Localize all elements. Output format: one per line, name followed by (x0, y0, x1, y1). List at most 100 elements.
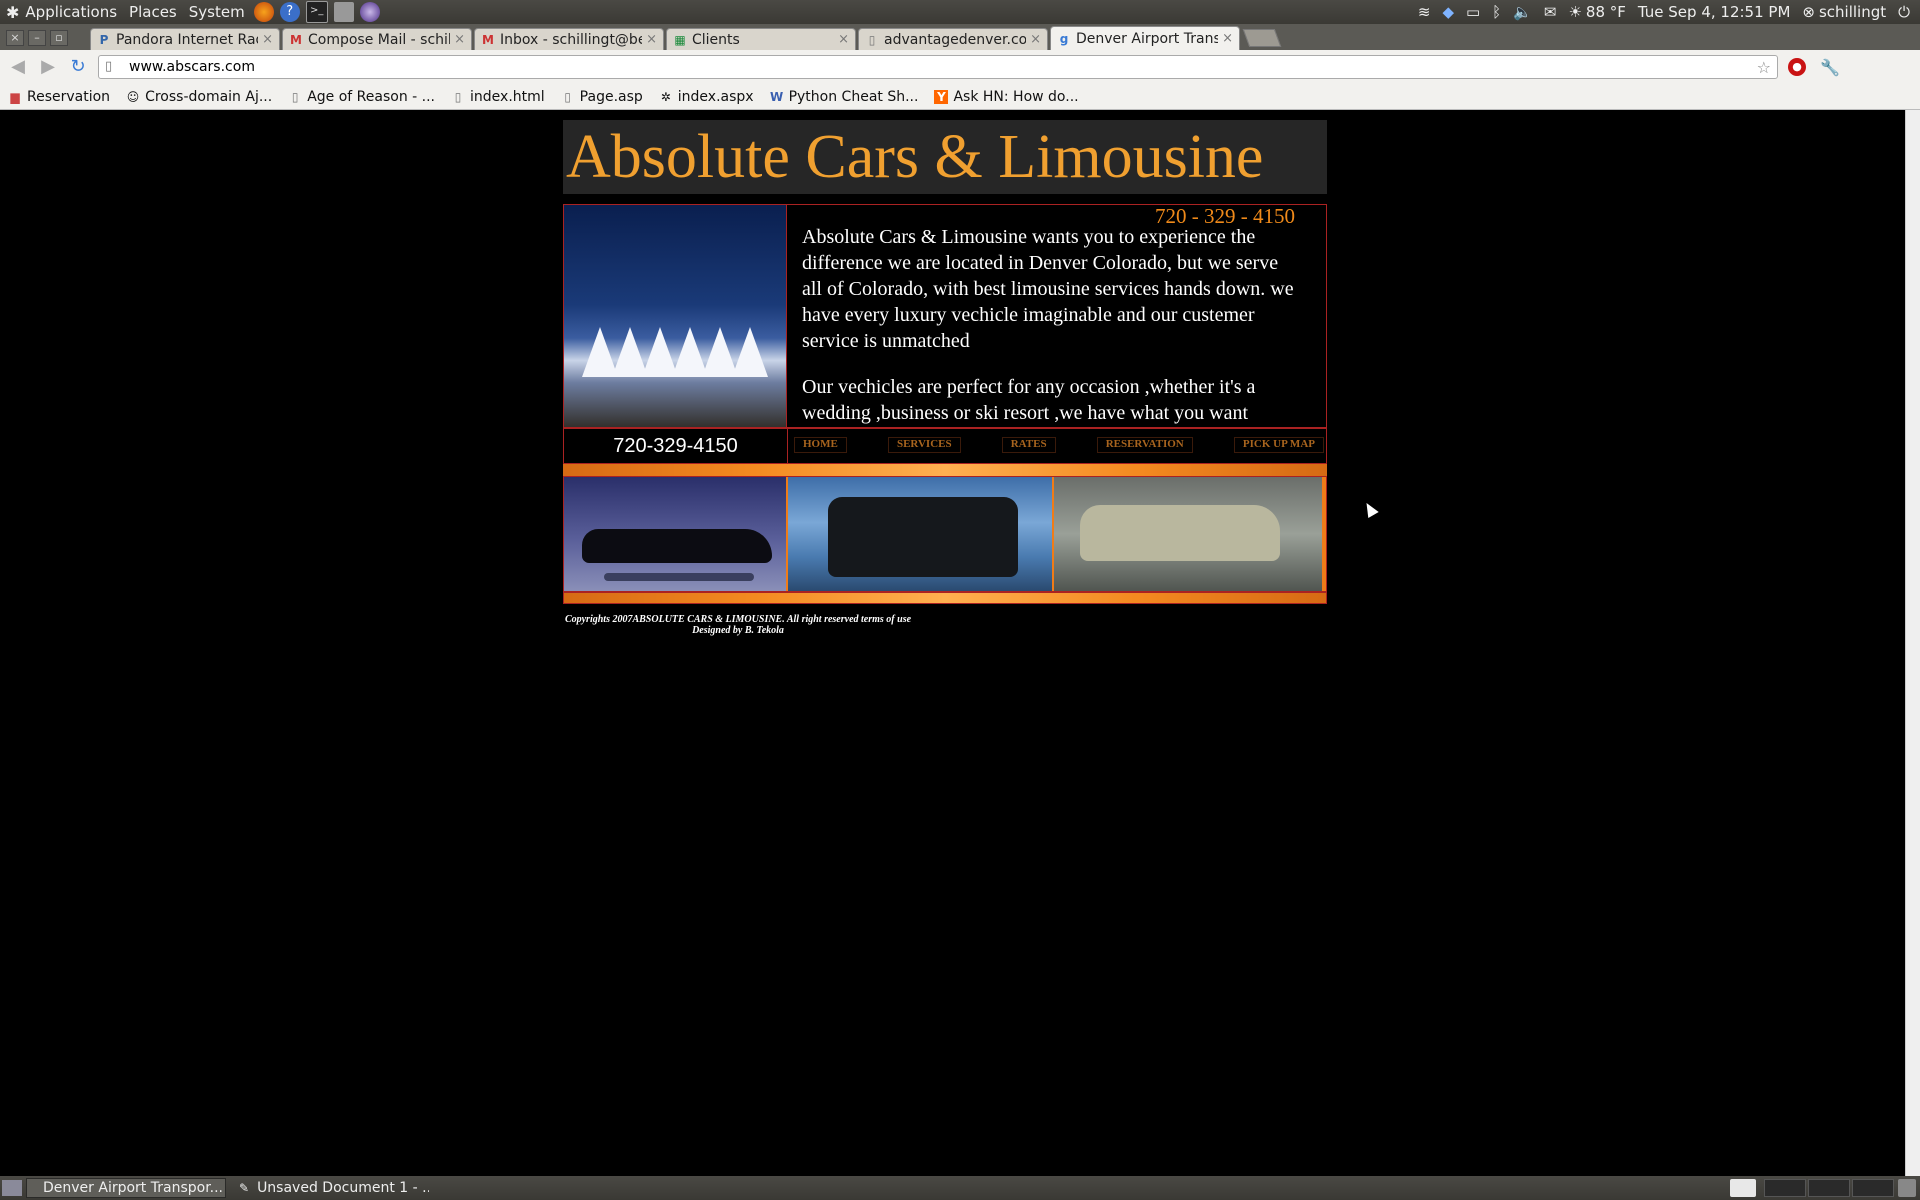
bookmark-label: index.html (470, 88, 545, 105)
site-banner: Absolute Cars & Limousine (563, 120, 1327, 194)
applications-menu[interactable]: Applications (19, 3, 123, 21)
pandora-favicon-icon: P (99, 32, 109, 47)
gmail-favicon-icon: M (290, 32, 302, 47)
forward-arrow-icon[interactable]: ▶ (36, 55, 60, 79)
adblock-extension-icon[interactable]: ● (1788, 58, 1806, 76)
workspace-switcher[interactable] (1764, 1179, 1894, 1197)
user-name[interactable]: schillingt (1819, 3, 1886, 21)
volume-icon[interactable]: 🔈 (1513, 3, 1532, 21)
bookmark-label: Age of Reason - ... (307, 88, 436, 105)
site-nav: HOME SERVICES RATES RESERVATION PICK UP … (794, 437, 1324, 453)
address-bar[interactable]: ▯ ☆ (98, 55, 1778, 79)
car-gallery (563, 476, 1327, 592)
nav-pick-up-map[interactable]: PICK UP MAP (1233, 437, 1324, 453)
nav-reservation[interactable]: RESERVATION (1096, 437, 1193, 453)
bookmark-label: Ask HN: How do... (953, 88, 1079, 105)
google-favicon-icon: g (1059, 31, 1069, 46)
intro-paragraph-2: Our vechicles are perfect for any occasi… (802, 376, 1256, 424)
trash-icon[interactable] (1898, 1179, 1916, 1197)
bookmark-index-html[interactable]: ▯ index.html (451, 89, 545, 105)
terminal-launcher-icon[interactable]: >_ (305, 1, 328, 23)
intro-paragraph-1b: all of Colorado, with best limousine ser… (802, 278, 1294, 352)
page-icon: ▯ (291, 89, 299, 104)
bookmark-age-of-reason[interactable]: ▯ Age of Reason - ... (288, 89, 435, 105)
tab-close-icon[interactable]: × (262, 32, 273, 47)
firefox-launcher-icon[interactable] (253, 2, 274, 22)
car-photo-suv (788, 477, 1054, 591)
nav-services[interactable]: SERVICES (887, 437, 961, 453)
intro-text: Absolute Cars & Limousine wants you to e… (802, 224, 1312, 424)
tab-clients[interactable]: ▦ Clients × (666, 28, 856, 50)
bluetooth-icon[interactable]: ᛒ (1492, 3, 1501, 21)
nav-home[interactable]: HOME (794, 437, 847, 453)
back-arrow-icon[interactable]: ◀ (6, 55, 30, 79)
tab-close-icon[interactable]: × (646, 32, 657, 47)
airport-photo (563, 204, 787, 428)
nav-rates[interactable]: RATES (1001, 437, 1056, 453)
weather-icon: ☀ (1568, 3, 1582, 21)
tab-label: Denver Airport Transpor (1076, 30, 1219, 47)
page-icon: ▯ (105, 59, 113, 74)
tab-close-icon[interactable]: × (454, 32, 465, 47)
tab-strip: × – ▫ P Pandora Internet Radio × M Compo… (0, 24, 1920, 50)
tab-close-icon[interactable]: × (1030, 32, 1041, 47)
eclipse-launcher-icon[interactable] (359, 2, 380, 22)
orange-stripe-top (563, 464, 1327, 476)
tab-pandora[interactable]: P Pandora Internet Radio × (90, 28, 280, 50)
taskbar-item-gedit[interactable]: ✎ Unsaved Document 1 - ... (230, 1178, 430, 1198)
gmail-favicon-icon: M (482, 32, 494, 47)
system-menu[interactable]: System (183, 3, 251, 21)
page-favicon-icon: ▯ (868, 32, 876, 47)
copyright-text: Copyrights 2007ABSOLUTE CARS & LIMOUSINE… (564, 614, 912, 625)
tab-close-icon[interactable]: × (1222, 31, 1233, 46)
weather-temp[interactable]: 88 °F (1586, 3, 1626, 21)
window-close-icon[interactable]: × (6, 30, 24, 46)
clock[interactable]: Tue Sep 4, 12:51 PM (1638, 3, 1791, 21)
page-viewport: Absolute Cars & Limousine 720 - 329 - 41… (0, 110, 1905, 1176)
bookmark-index-aspx[interactable]: ✲ index.aspx (659, 89, 754, 105)
user-icon: ⊗ (1802, 3, 1815, 21)
wrench-menu-icon[interactable]: 🔧 (1820, 58, 1840, 77)
bookmark-reservation[interactable]: ▆ Reservation (8, 89, 110, 105)
tab-compose-mail[interactable]: M Compose Mail - schilling × (282, 28, 472, 50)
show-desktop-icon[interactable] (2, 1180, 22, 1196)
car-photo-town-car (1054, 477, 1324, 591)
dropbox-icon[interactable]: ◆ (1442, 3, 1454, 21)
new-tab-button[interactable] (1242, 29, 1282, 47)
bookmark-label: Reservation (27, 88, 111, 105)
printer-launcher-icon[interactable] (333, 2, 354, 22)
wiki-icon: W (769, 89, 784, 104)
bookmark-page-asp[interactable]: ▯ Page.asp (561, 88, 643, 105)
url-input[interactable] (127, 58, 1757, 76)
taskbar-item-chrome[interactable]: Denver Airport Transpor... (26, 1178, 226, 1198)
tab-close-icon[interactable]: × (838, 32, 849, 47)
wifi-icon[interactable]: ≋ (1418, 3, 1431, 21)
tab-inbox[interactable]: M Inbox - schillingt@bette × (474, 28, 664, 50)
tab-advantagedenver[interactable]: ▯ advantagedenver.com × (858, 28, 1048, 50)
display-icon[interactable]: ▭ (1466, 3, 1480, 21)
tab-denver-airport[interactable]: g Denver Airport Transpor × (1050, 26, 1240, 50)
gnome-foot-icon[interactable]: ✱ (6, 3, 19, 22)
person-icon: ☺ (126, 89, 140, 104)
text-editor-icon: ✎ (239, 1181, 250, 1195)
bookmark-star-icon[interactable]: ☆ (1757, 58, 1771, 77)
mouse-cursor-icon (1361, 499, 1379, 519)
window-maximize-icon[interactable]: ▫ (50, 30, 68, 46)
power-icon[interactable]: ⏻ (1898, 3, 1910, 21)
help-launcher-icon[interactable]: ? (279, 2, 300, 22)
bookmark-ask-hn[interactable]: Y Ask HN: How do... (934, 88, 1079, 105)
taskbar-label: Unsaved Document 1 - ... (257, 1180, 430, 1196)
bookmarks-bar: ▆ Reservation ☺ Cross-domain Aj... ▯ Age… (0, 84, 1920, 110)
mail-icon[interactable]: ✉ (1544, 3, 1557, 21)
designer-credit: Designed by B. Tekola (692, 625, 784, 636)
window-minimize-icon[interactable]: – (28, 30, 46, 46)
bookmark-cross-domain[interactable]: ☺ Cross-domain Aj... (126, 89, 272, 105)
bookmark-python-cheat[interactable]: W Python Cheat Sh... (770, 89, 919, 105)
vertical-scrollbar[interactable] (1905, 110, 1920, 1176)
places-menu[interactable]: Places (123, 3, 183, 21)
workspace-chrome-icon[interactable] (1730, 1179, 1756, 1197)
spreadsheet-favicon-icon: ▦ (674, 32, 686, 47)
tab-label: advantagedenver.com (884, 31, 1027, 48)
bookmark-label: Page.asp (579, 88, 643, 105)
reload-icon[interactable]: ↻ (66, 55, 90, 79)
